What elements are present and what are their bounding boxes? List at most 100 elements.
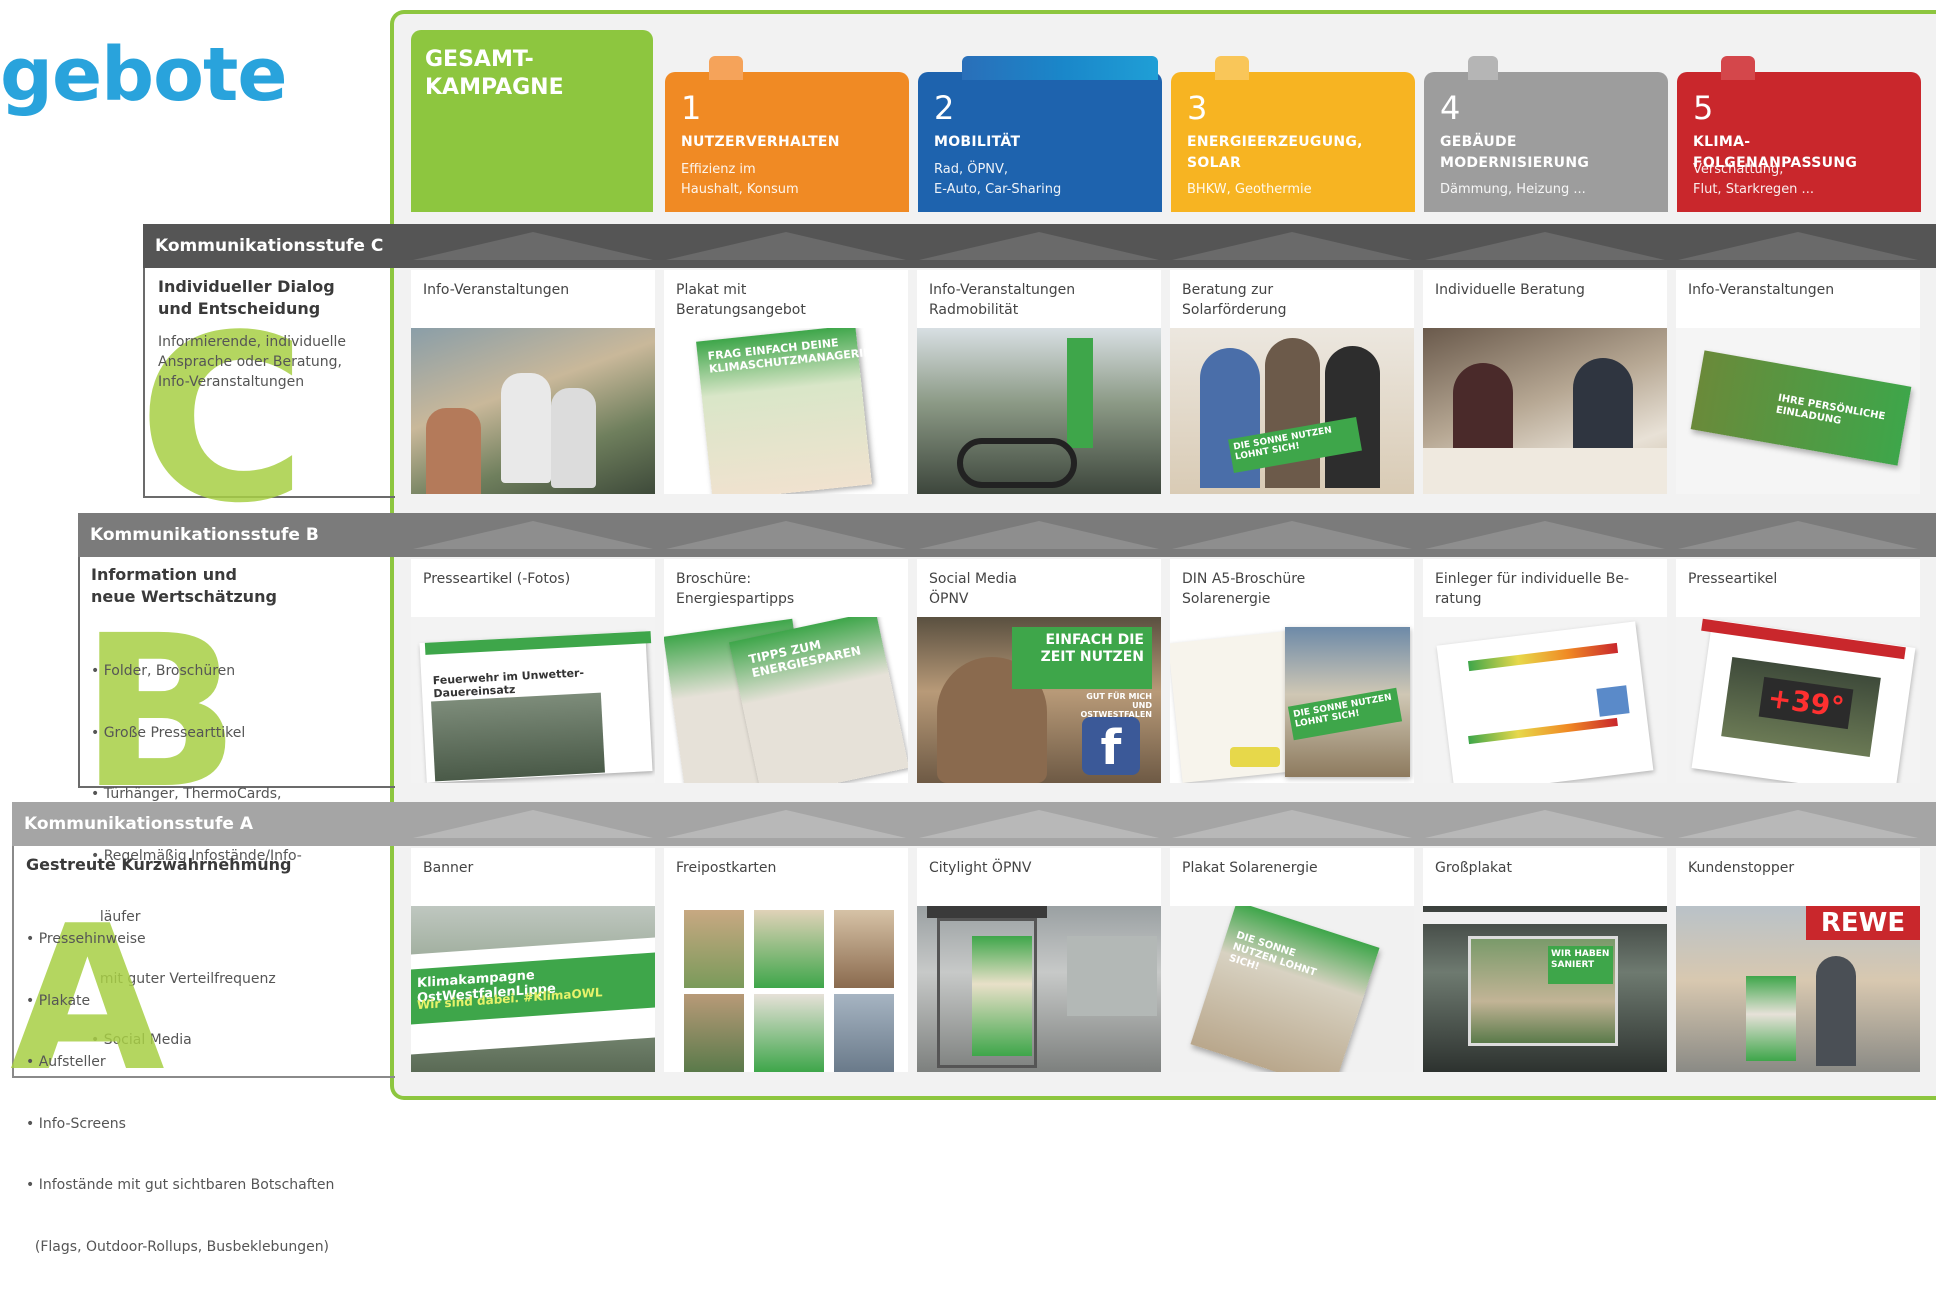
stage-a-bar-label: Kommunikationsstufe A — [24, 814, 253, 834]
cell-c-3[interactable]: Info-Veranstaltungen Radmobilität — [917, 270, 1161, 494]
stage-c-description: Informierende, individuelle Ansprache od… — [158, 332, 388, 392]
stage-c-bar-label: Kommunikationsstufe C — [155, 236, 384, 256]
tab-ghost — [709, 56, 743, 80]
cell-a-2[interactable]: Freipostkarten — [664, 848, 908, 1072]
stage-chevron — [1425, 232, 1665, 260]
photo-press-thermometer: +39° — [1676, 617, 1920, 783]
stage-chevron — [1425, 521, 1665, 549]
photo-consultation — [1423, 328, 1667, 494]
bullet: • Infostände mit gut sichtbaren Botschaf… — [26, 1177, 335, 1193]
desc-line: Verschattung, — [1693, 162, 1784, 177]
stage-a-text: Gestreute Kurzwahrnehmung • Pressehinwei… — [26, 854, 386, 1298]
heading-line: neue Wertschätzung — [91, 587, 277, 606]
cell-a-1[interactable]: Banner Klimakampagne OstWestfalenLippe W… — [411, 848, 655, 1072]
stage-chevron — [666, 521, 906, 549]
photo-invitation-cards: IHRE PERSÖNLICHE EINLADUNG — [1676, 328, 1920, 494]
photo-solar-family: DIE SONNE NUTZEN LOHNT SICH! — [1170, 328, 1414, 494]
cell-c-5[interactable]: Individuelle Beratung — [1423, 270, 1667, 494]
tab-category-5[interactable]: 5 KLIMA- FOLGENANPASSUNG Verschattung, F… — [1677, 56, 1921, 212]
stage-chevron — [1172, 232, 1412, 260]
tab-ghost — [962, 56, 1158, 80]
tab-category-4[interactable]: 4 GEBÄUDE MODERNISIERUNG Dämmung, Heizun… — [1424, 56, 1668, 212]
rewe-sign: REWE — [1806, 906, 1920, 940]
name-line: ENERGIEERZEUGUNG, — [1187, 134, 1363, 150]
category-name: ENERGIEERZEUGUNG, SOLAR — [1187, 132, 1399, 174]
desc-line: Informierende, individuelle — [158, 334, 346, 350]
tab-ghost — [1468, 56, 1498, 80]
cell-a-4[interactable]: Plakat Solarenergie DIE SONNE NUTZEN LOH… — [1170, 848, 1414, 1072]
label-line: Info-Veranstaltungen — [423, 282, 570, 298]
social-media-subline: GUT FÜR MICH UND OSTWESTFALEN — [1080, 692, 1152, 719]
stage-chevron — [1172, 521, 1412, 549]
tab-category-2[interactable]: 2 MOBILITÄT Rad, ÖPNV, E-Auto, Car-Shari… — [918, 56, 1162, 212]
cell-b-5[interactable]: Einleger für individuelle Be-ratung — [1423, 559, 1667, 783]
cell-a-6[interactable]: Kundenstopper REWE — [1676, 848, 1920, 1072]
category-desc: Verschattung, Flut, Starkregen ... — [1693, 160, 1814, 200]
cell-b-2[interactable]: Broschüre: Energiespartipps TIPPS ZUM ENE… — [664, 559, 908, 783]
bullet: (Flags, Outdoor-Rollups, Busbeklebungen) — [26, 1238, 330, 1255]
photo-customer-stopper: REWE — [1676, 906, 1920, 1072]
cell-b-1[interactable]: Presseartikel (-Fotos) Feuerwehr im Unwe… — [411, 559, 655, 783]
cell-c-4[interactable]: Beratung zur Solarförderung DIE SONNE NUT… — [1170, 270, 1414, 494]
photo-banner: Klimakampagne OstWestfalenLippe Wir sind… — [411, 906, 655, 1072]
stage-chevron — [413, 810, 653, 838]
label-line: Beratungsangebot — [676, 302, 806, 318]
heading-line: und Entscheidung — [158, 299, 321, 318]
label-line: Broschüre: — [676, 571, 752, 587]
label-line: Energiespartipps — [676, 591, 795, 607]
stage-chevron — [666, 810, 906, 838]
label-line: Einleger für individuelle Be- — [1435, 571, 1630, 587]
stage-chevron — [666, 232, 906, 260]
photo-citylight — [917, 906, 1161, 1072]
stage-b-heading: Information und neue Wertschätzung — [91, 564, 391, 608]
stage-chevron — [413, 521, 653, 549]
photo-poster: FRAG EINFACH DEINE KLIMASCHUTZMANAGERIN — [664, 328, 908, 494]
desc-line: Effizienz im — [681, 162, 756, 177]
label-line: Banner — [423, 860, 474, 876]
cell-c-6[interactable]: Info-Veranstaltungen IHRE PERSÖNLICHE EI… — [1676, 270, 1920, 494]
stage-c-heading: Individueller Dialog und Entscheidung — [158, 276, 388, 320]
name-line: SOLAR — [1187, 155, 1242, 171]
photo-bike-event — [917, 328, 1161, 494]
category-desc: Effizienz im Haushalt, Konsum — [681, 160, 799, 200]
photo-brochure: TIPPS ZUM ENERGIESPAREN — [664, 617, 908, 783]
stage-a-heading: Gestreute Kurzwahrnehmung — [26, 855, 292, 874]
stage-b-bar-label: Kommunikationsstufe B — [90, 525, 319, 545]
tab-gesamtkampagne[interactable]: GESAMT- KAMPAGNE — [411, 30, 653, 212]
cell-b-4[interactable]: DIN A5-Broschüre Solarenergie DIE SONNE N… — [1170, 559, 1414, 783]
category-number: 2 — [934, 89, 955, 127]
label-line: Großplakat — [1435, 860, 1512, 876]
label-line: Info-Veranstaltungen — [929, 282, 1076, 298]
cell-c-2[interactable]: Plakat mit Beratungsangebot FRAG EINFACH … — [664, 270, 908, 494]
heading-line: Information und — [91, 565, 237, 584]
tab-category-3[interactable]: 3 ENERGIEERZEUGUNG, SOLAR BHKW, Geotherm… — [1171, 56, 1415, 212]
tab-category-1[interactable]: 1 NUTZERVERHALTEN Effizienz im Haushalt,… — [665, 56, 909, 212]
category-name: GEBÄUDE MODERNISIERUNG — [1440, 132, 1652, 174]
cell-a-5[interactable]: Großplakat WIR HABEN SANIERT — [1423, 848, 1667, 1072]
photo-social-media: EINFACH DIE ZEIT NUTZEN GUT FÜR MICH UND… — [917, 617, 1161, 783]
cell-b-3[interactable]: Social Media ÖPNV EINFACH DIE ZEIT NUTZEN… — [917, 559, 1161, 783]
cell-c-1[interactable]: Info-Veranstaltungen — [411, 270, 655, 494]
category-number: 4 — [1440, 89, 1461, 127]
cell-a-3[interactable]: Citylight ÖPNV — [917, 848, 1161, 1072]
name-line: KLIMA- — [1693, 134, 1751, 150]
label-line: ratung — [1435, 591, 1482, 607]
label-line: Solarförderung — [1182, 302, 1287, 318]
stage-chevron — [919, 232, 1159, 260]
social-media-headline: EINFACH DIE ZEIT NUTZEN — [1012, 627, 1152, 689]
label-line: Beratung zur — [1182, 282, 1274, 298]
stage-chevron — [919, 810, 1159, 838]
category-name: MOBILITÄT — [934, 134, 1021, 150]
facebook-icon: f — [1082, 717, 1140, 776]
label-line: Presseartikel (-Fotos) — [423, 571, 571, 587]
photo-solar-brochure: DIE SONNE NUTZEN LOHNT SICH! — [1170, 617, 1414, 783]
bullet: • Folder, Broschüren — [91, 663, 236, 679]
photo-press-article: Feuerwehr im Unwetter-Dauereinsatz — [411, 617, 655, 783]
bullet: • Plakate — [26, 992, 91, 1009]
billboard-text: WIR HABEN SANIERT — [1548, 946, 1613, 984]
stage-chevron — [1172, 810, 1412, 838]
cell-b-6[interactable]: Presseartikel +39° — [1676, 559, 1920, 783]
label-line: Individuelle Beratung — [1435, 282, 1585, 298]
stage-chevron — [1425, 810, 1665, 838]
label-line: Presseartikel — [1688, 571, 1778, 587]
